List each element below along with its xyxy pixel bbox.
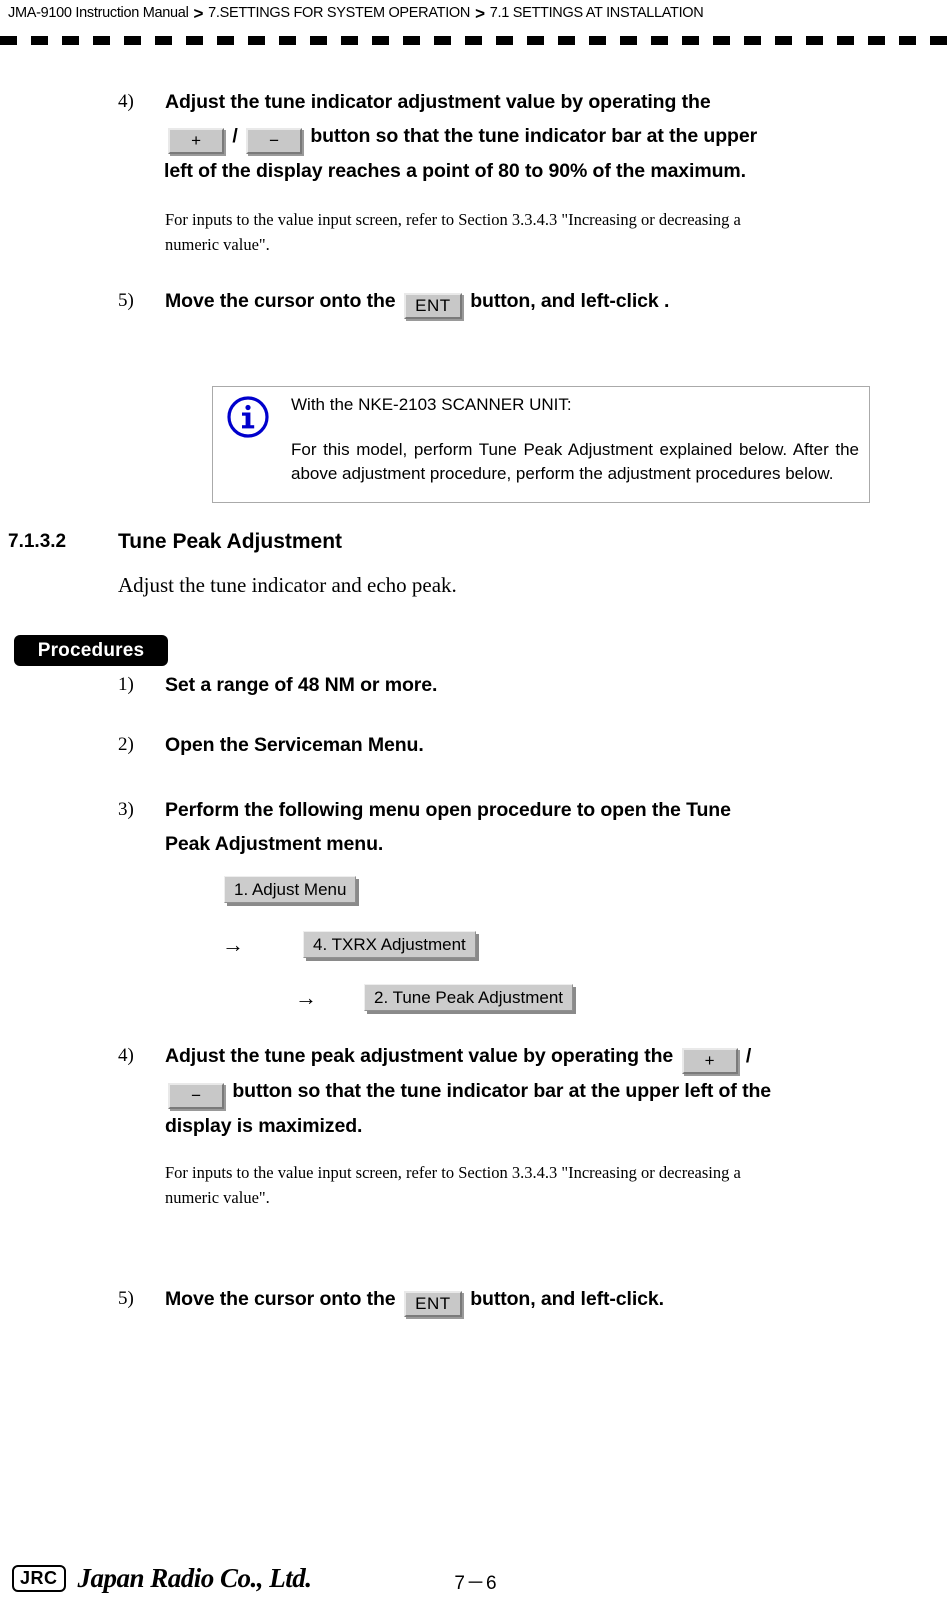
section-number: 7.1.3.2 xyxy=(8,531,67,552)
section-title: Tune Peak Adjustment xyxy=(118,530,343,553)
step-4-bottom-note: For inputs to the value input screen, re… xyxy=(165,1160,885,1210)
step-5-top-before: Move the cursor onto the xyxy=(165,290,396,312)
note-line-1: For inputs to the value input screen, re… xyxy=(165,210,741,229)
info-note-body: With the NKE-2103 SCANNER UNIT: For this… xyxy=(291,393,859,487)
ent-button[interactable]: ENT xyxy=(403,1291,462,1317)
step-4-top-text: Adjust the tune indicator adjustment val… xyxy=(164,85,925,188)
step-5-top-after: button, and left-click . xyxy=(470,290,670,312)
key-slash: / xyxy=(232,125,238,147)
breadcrumb-item-manual: JMA-9100 Instruction Manual xyxy=(8,5,189,21)
note-line-2: numeric value". xyxy=(165,235,270,254)
key-slash: / xyxy=(745,1045,752,1067)
info-note-box: With the NKE-2103 SCANNER UNIT: For this… xyxy=(212,386,870,503)
menu-item-adjust-menu[interactable]: 1. Adjust Menu xyxy=(224,876,357,903)
info-circle-icon xyxy=(225,394,271,440)
step-4-bottom-line3: display is maximized. xyxy=(165,1115,363,1137)
step-4-top-line3: left of the display reaches a point of 8… xyxy=(164,160,746,182)
step-number-2: 2) xyxy=(118,734,134,755)
step-3-line1: Perform the following menu open procedur… xyxy=(165,799,731,821)
header-dashed-rule xyxy=(0,36,952,45)
note-line-2: numeric value". xyxy=(165,1188,270,1207)
step-2-text: Open the Serviceman Menu. xyxy=(165,734,424,756)
step-3-line2: Peak Adjustment menu. xyxy=(165,833,384,855)
step-number-3: 3) xyxy=(118,799,134,820)
step-3-text: Perform the following menu open procedur… xyxy=(165,793,925,861)
breadcrumb-separator: > xyxy=(475,3,485,23)
breadcrumb-separator: > xyxy=(193,3,204,23)
section-lead-text: Adjust the tune indicator and echo peak. xyxy=(118,573,457,597)
breadcrumb-item-chapter: 7.SETTINGS FOR SYSTEM OPERATION xyxy=(208,5,471,21)
step-number-4-top: 4) xyxy=(118,91,134,112)
page-number: 7－6 xyxy=(454,1573,498,1594)
info-note-paragraph: For this model, perform Tune Peak Adjust… xyxy=(291,439,859,484)
menu-item-tune-peak-adjustment[interactable]: 2. Tune Peak Adjustment xyxy=(364,984,574,1011)
breadcrumb-item-section: 7.1 SETTINGS AT INSTALLATION xyxy=(489,5,704,21)
step-5-bottom-text: Move the cursor onto the ENT button, and… xyxy=(165,1282,925,1317)
note-line-1: For inputs to the value input screen, re… xyxy=(165,1163,741,1182)
step-number-1: 1) xyxy=(118,674,134,695)
info-note-title: With the NKE-2103 SCANNER UNIT: xyxy=(291,395,572,414)
procedures-badge: Procedures xyxy=(14,635,168,666)
step-5-top-text: Move the cursor onto the ENT button, and… xyxy=(165,284,925,319)
step-4-top-line1: Adjust the tune indicator adjustment val… xyxy=(165,91,711,113)
ent-button[interactable]: ENT xyxy=(403,293,462,319)
menu-arrow-1: → xyxy=(222,932,244,957)
step-4-bottom-line2: button so that the tune indicator bar at… xyxy=(232,1080,772,1102)
step-4-top-note: For inputs to the value input screen, re… xyxy=(165,207,885,257)
step-4-bottom-line1: Adjust the tune peak adjustment value by… xyxy=(165,1045,674,1067)
minus-button[interactable]: − xyxy=(168,1083,224,1109)
menu-item-txrx-adjustment[interactable]: 4. TXRX Adjustment xyxy=(303,931,476,958)
step-number-5-bottom: 5) xyxy=(118,1288,134,1309)
minus-button[interactable]: − xyxy=(245,128,302,154)
step-number-4-bottom: 4) xyxy=(118,1045,134,1066)
step-number-5-top: 5) xyxy=(118,290,134,311)
plus-button[interactable]: + xyxy=(168,128,224,154)
step-4-top-line2: button so that the tune indicator bar at… xyxy=(310,125,758,147)
plus-button[interactable]: + xyxy=(681,1048,738,1074)
step-1-text: Set a range of 48 NM or more. xyxy=(165,674,438,696)
step-5-bottom-after: button, and left-click. xyxy=(470,1288,664,1310)
breadcrumb: JMA-9100 Instruction Manual > 7.SETTINGS… xyxy=(8,0,948,26)
menu-arrow-2: → xyxy=(295,985,317,1010)
step-4-bottom-text: Adjust the tune peak adjustment value by… xyxy=(165,1039,945,1143)
step-5-bottom-before: Move the cursor onto the xyxy=(165,1288,396,1310)
